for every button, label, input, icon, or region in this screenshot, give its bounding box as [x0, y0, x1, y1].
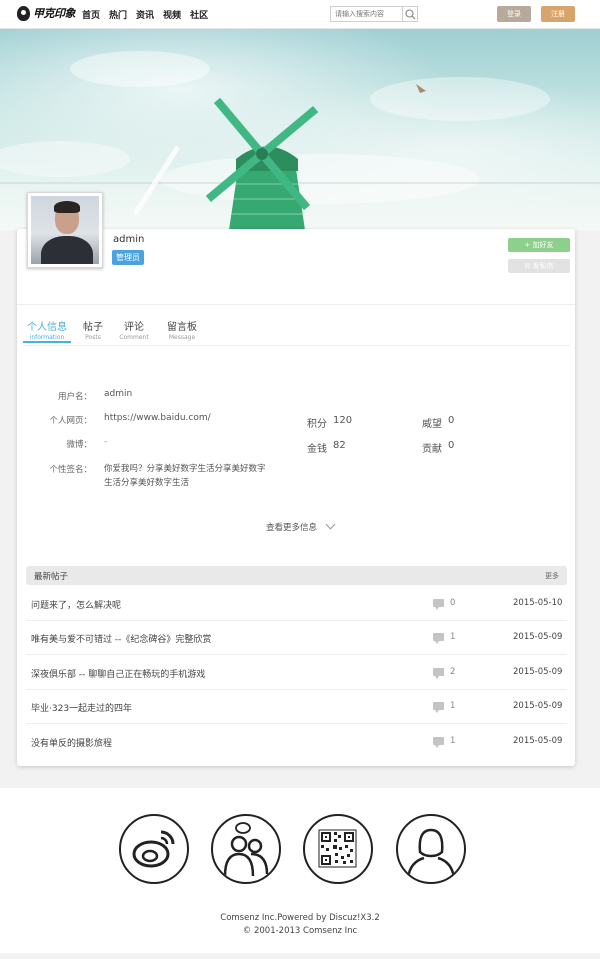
contribution-value: 0: [448, 440, 455, 451]
logo-icon: [17, 5, 30, 21]
post-date: 2015-05-09: [513, 701, 563, 711]
tab-sublabel: Message: [168, 334, 196, 341]
tab-sublabel: Posts: [85, 334, 101, 341]
money-value: 82: [333, 440, 346, 451]
nav-item-video[interactable]: 视频: [163, 8, 181, 21]
list-item[interactable]: 没有单反的摄影旅程 1 2015-05-09: [26, 724, 567, 759]
list-item[interactable]: 深夜俱乐部 -- 聊聊自己正在畅玩的手机游戏 2 2015-05-09: [26, 655, 567, 690]
nav-item-news[interactable]: 资讯: [136, 8, 154, 21]
tab-sublabel: information: [29, 334, 65, 341]
search-box: [330, 6, 418, 22]
comment-icon: [433, 668, 444, 679]
register-button[interactable]: 注册: [541, 6, 575, 22]
contribution-label: 贡献: [422, 444, 442, 455]
comment-count: 1: [450, 701, 456, 711]
weibo-value: -: [104, 437, 108, 447]
list-item[interactable]: 问题来了，怎么解决呢 0 2015-05-10: [26, 586, 567, 621]
signature-label: 个性签名：: [49, 465, 92, 475]
comment-icon: [433, 737, 444, 748]
comment-count: 1: [450, 736, 456, 746]
comment-count: 0: [450, 598, 456, 608]
footer-copyright: © 2001-2013 Comsenz Inc: [242, 926, 358, 936]
comment-icon: [433, 633, 444, 644]
logo-text: 甲克印象: [33, 7, 76, 20]
send-message-button[interactable]: ✉ 发私信: [508, 259, 570, 273]
points-label: 积分: [307, 419, 327, 430]
tab-sublabel: Comment: [119, 334, 149, 341]
tab-label: 评论: [124, 322, 144, 333]
post-date: 2015-05-09: [513, 736, 563, 746]
comment-icon: [433, 599, 444, 610]
avatar[interactable]: [27, 192, 103, 268]
login-button[interactable]: 登录: [497, 6, 531, 22]
weibo-label: 微博：: [66, 440, 92, 450]
profile-tabs: 个人信息 information 帖子 Posts 评论 Comment 留言板…: [23, 318, 570, 346]
search-icon: [405, 9, 416, 20]
footer-powered-by: Comsenz Inc.Powered by Discuz!X3.2: [220, 913, 380, 923]
post-title[interactable]: 问题来了，怎么解决呢: [31, 598, 121, 611]
points-value: 120: [333, 415, 353, 426]
post-title[interactable]: 没有单反的摄影旅程: [31, 736, 112, 749]
post-date: 2015-05-09: [513, 667, 563, 677]
mail-icon: ✉: [524, 262, 533, 270]
nav-item-home[interactable]: 首页: [82, 8, 100, 21]
money-label: 金钱: [307, 444, 327, 455]
list-item[interactable]: 唯有美与爱不可错过 --《纪念碑谷》完整欣赏 1 2015-05-09: [26, 620, 567, 655]
weibo-icon[interactable]: [119, 814, 189, 884]
post-date: 2015-05-10: [513, 598, 563, 608]
post-title[interactable]: 深夜俱乐部 -- 聊聊自己正在畅玩的手机游戏: [31, 667, 205, 680]
signature-line-2: 生活分享美好数字生活: [104, 478, 190, 488]
prestige-label: 威望: [422, 419, 442, 430]
tab-label: 留言板: [167, 322, 197, 333]
qrcode-icon[interactable]: [303, 814, 373, 884]
prestige-value: 0: [448, 415, 455, 426]
recent-posts-header: 最新帖子 更多: [26, 566, 567, 585]
username-label: 用户名：: [57, 392, 92, 402]
tab-label: 个人信息: [27, 322, 67, 333]
group-chat-icon[interactable]: [211, 814, 281, 884]
tab-message[interactable]: 留言板 Message: [166, 318, 198, 341]
recent-posts-title: 最新帖子: [34, 572, 69, 582]
role-badge: 管理员: [112, 250, 144, 265]
search-input[interactable]: [331, 7, 401, 21]
profile-divider: [17, 304, 575, 305]
tab-comment[interactable]: 评论 Comment: [118, 318, 150, 341]
tab-posts[interactable]: 帖子 Posts: [82, 318, 104, 341]
list-item[interactable]: 毕业·323一起走过的四年 1 2015-05-09: [26, 689, 567, 724]
signature-line-1: 你爱我吗？分享美好数字生活分享美好数字: [104, 464, 266, 474]
main-nav: 首页 热门 资讯 视频 社区: [82, 8, 208, 21]
more-info-link[interactable]: 查看更多信息: [266, 521, 317, 533]
recent-posts-more-link[interactable]: 更多: [545, 571, 559, 581]
send-message-label: 发私信: [532, 262, 554, 270]
comment-count: 1: [450, 632, 456, 642]
homepage-label: 个人网页：: [49, 416, 92, 426]
comment-count: 2: [450, 667, 456, 677]
nav-item-hot[interactable]: 热门: [109, 8, 127, 21]
top-navbar: 甲克印象 首页 热门 资讯 视频 社区 登录 注册: [0, 0, 600, 29]
search-button[interactable]: [402, 7, 417, 21]
user-icon[interactable]: [396, 814, 466, 884]
tab-label: 帖子: [83, 322, 103, 333]
comment-icon: [433, 702, 444, 713]
username-value: admin: [104, 389, 133, 399]
site-logo[interactable]: 甲克印象: [17, 5, 76, 21]
post-title[interactable]: 唯有美与爱不可错过 --《纪念碑谷》完整欣赏: [31, 632, 211, 645]
tab-information[interactable]: 个人信息 information: [23, 318, 71, 343]
profile-username: admin: [113, 234, 145, 245]
add-friend-button[interactable]: + 加好友: [508, 238, 570, 252]
post-date: 2015-05-09: [513, 632, 563, 642]
nav-item-community[interactable]: 社区: [190, 8, 208, 21]
post-title[interactable]: 毕业·323一起走过的四年: [31, 701, 132, 714]
homepage-link[interactable]: https://www.baidu.com/: [104, 413, 211, 423]
